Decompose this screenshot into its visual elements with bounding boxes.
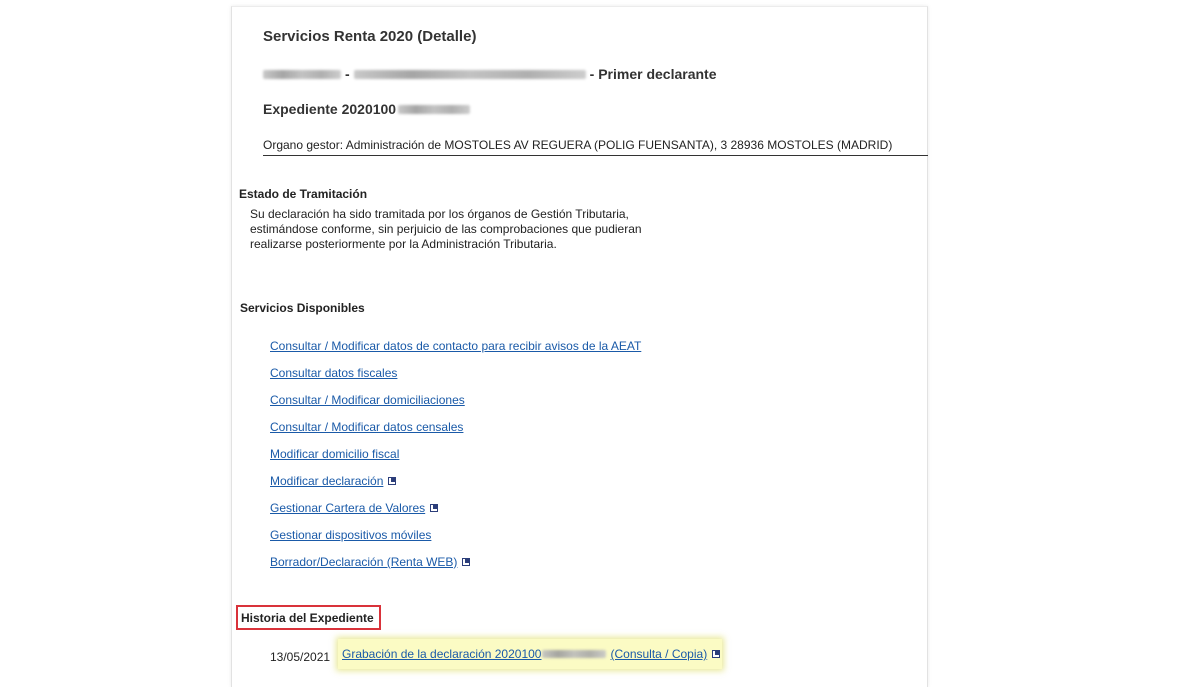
link-domiciliaciones[interactable]: Consultar / Modificar domiciliaciones bbox=[270, 393, 465, 407]
link-domicilio-fiscal[interactable]: Modificar domicilio fiscal bbox=[270, 447, 399, 461]
declarant-line: - - Primer declarante bbox=[263, 66, 717, 82]
list-item: Modificar domicilio fiscal bbox=[270, 440, 641, 467]
detail-panel: Servicios Renta 2020 (Detalle) - - Prime… bbox=[231, 6, 928, 687]
estado-heading: Estado de Tramitación bbox=[239, 187, 368, 201]
link-cartera-valores[interactable]: Gestionar Cartera de Valores bbox=[270, 501, 425, 515]
redacted-name bbox=[353, 69, 586, 79]
list-item: Modificar declaración bbox=[270, 467, 641, 494]
expediente-number: Expediente 2020100 bbox=[263, 101, 471, 117]
redacted-nif bbox=[263, 69, 341, 79]
declarant-separator: - bbox=[345, 66, 350, 82]
history-entry-highlight: Grabación de la declaración 2020100 (Con… bbox=[338, 639, 722, 669]
servicios-list: Consultar / Modificar datos de contacto … bbox=[270, 332, 641, 575]
expediente-prefix: Expediente 2020100 bbox=[263, 101, 397, 117]
header-divider bbox=[263, 155, 928, 156]
historia-heading: Historia del Expediente bbox=[236, 605, 381, 630]
estado-line: realizarse posteriormente por la Adminis… bbox=[250, 237, 557, 251]
history-entry-suffix: (Consulta / Copia) bbox=[610, 647, 708, 661]
link-renta-web[interactable]: Borrador/Declaración (Renta WEB) bbox=[270, 555, 457, 569]
estado-description: Su declaración ha sido tramitada por los… bbox=[250, 207, 670, 252]
external-link-icon[interactable] bbox=[462, 557, 471, 566]
estado-line: estimándose conforme, sin perjuicio de l… bbox=[250, 222, 642, 236]
list-item: Consultar datos fiscales bbox=[270, 359, 641, 386]
list-item: Borrador/Declaración (Renta WEB) bbox=[270, 548, 641, 575]
page-title: Servicios Renta 2020 (Detalle) bbox=[263, 28, 477, 45]
external-link-icon[interactable] bbox=[430, 503, 439, 512]
declarant-role: - Primer declarante bbox=[589, 66, 717, 82]
list-item: Gestionar Cartera de Valores bbox=[270, 494, 641, 521]
list-item: Consultar / Modificar datos censales bbox=[270, 413, 641, 440]
link-modificar-declaracion[interactable]: Modificar declaración bbox=[270, 474, 383, 488]
list-item: Consultar / Modificar domiciliaciones bbox=[270, 386, 641, 413]
list-item: Gestionar dispositivos móviles bbox=[270, 521, 641, 548]
history-date: 13/05/2021 bbox=[270, 650, 331, 664]
history-entry-link[interactable]: Grabación de la declaración 2020100 (Con… bbox=[342, 647, 707, 661]
servicios-heading: Servicios Disponibles bbox=[240, 301, 365, 315]
link-datos-contacto[interactable]: Consultar / Modificar datos de contacto … bbox=[270, 339, 641, 353]
organo-gestor: Organo gestor: Administración de MOSTOLE… bbox=[263, 138, 893, 152]
redacted-expediente bbox=[398, 104, 471, 114]
link-datos-censales[interactable]: Consultar / Modificar datos censales bbox=[270, 420, 463, 434]
redacted-declaration-number bbox=[542, 650, 607, 658]
external-link-icon[interactable] bbox=[388, 476, 397, 485]
list-item: Consultar / Modificar datos de contacto … bbox=[270, 332, 641, 359]
history-entry-prefix: Grabación de la declaración 2020100 bbox=[342, 647, 542, 661]
estado-line: Su declaración ha sido tramitada por los… bbox=[250, 207, 629, 221]
external-link-icon[interactable] bbox=[712, 650, 721, 658]
link-datos-fiscales[interactable]: Consultar datos fiscales bbox=[270, 366, 397, 380]
link-dispositivos-moviles[interactable]: Gestionar dispositivos móviles bbox=[270, 528, 431, 542]
